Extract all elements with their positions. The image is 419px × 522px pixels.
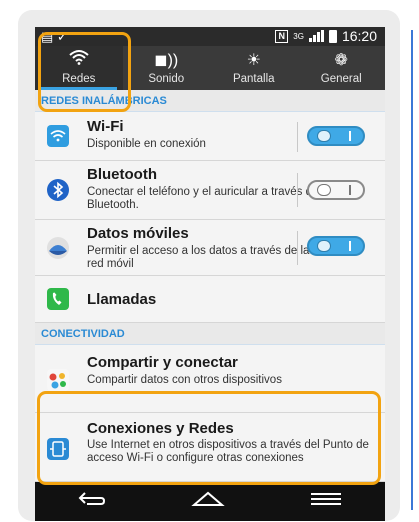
highlight-box-tethering-row [37,391,381,485]
toggle-mark [349,131,351,141]
tab-label: Pantalla [232,73,275,85]
row-subtitle: Conectar el teléfono y el auricular a tr… [87,186,321,211]
toggle-mark [349,185,351,195]
mobile-data-toggle[interactable] [307,236,365,256]
toggle-knob [317,130,331,142]
speaker-icon: ◼)) [154,52,179,69]
list-item-bluetooth[interactable]: Bluetooth Conectar el teléfono y el auri… [35,161,385,220]
tab-sonido[interactable]: ◼)) Sonido [123,46,211,90]
section-header-connectivity: CONECTIVIDAD [35,323,385,345]
share-connect-icon [47,369,69,391]
list-item-calls[interactable]: Llamadas [35,276,385,323]
nfc-icon: N [275,29,289,43]
list-item-mobile-data[interactable]: Datos móviles Permitir el acceso a los d… [35,220,385,276]
list-item-wifi[interactable]: Wi-Fi Disponible en conexión [35,112,385,161]
gear-icon: ❁ [334,52,348,69]
tab-general[interactable]: ❁ General [298,46,386,90]
tab-label: Sonido [148,73,185,85]
divider [297,122,298,152]
menu-icon[interactable] [309,490,343,514]
row-title: Wi-Fi [87,118,124,135]
clock: 16:20 [341,28,377,44]
signal-icon [308,30,324,42]
screenshot-frame: ▤ ✓ N 3G 16:20 Redes ◼)) Sonido ☀ Pantal… [0,0,419,522]
back-icon[interactable] [77,490,107,514]
battery-icon [328,29,337,43]
row-title: Compartir y conectar [87,354,238,371]
mobile-data-icon [47,237,69,259]
wifi-toggle[interactable] [307,126,365,146]
brightness-icon: ☀ [246,52,261,69]
row-title: Llamadas [87,291,157,308]
tab-label: General [320,73,362,85]
system-nav-bar [35,482,385,521]
row-title: Bluetooth [87,166,157,183]
bluetooth-icon [47,179,69,201]
highlight-box-redes-tab [38,32,131,112]
network-type: 3G [293,31,304,41]
home-icon[interactable] [191,490,225,514]
row-subtitle: Compartir datos con otros dispositivos [87,374,282,386]
wifi-icon [47,125,69,147]
bluetooth-toggle[interactable] [307,180,365,200]
tab-pantalla[interactable]: ☀ Pantalla [210,46,298,90]
page-edge-line [411,30,413,510]
phone-icon [47,288,69,310]
divider [297,173,298,207]
toggle-knob [317,240,331,252]
divider [297,231,298,265]
toggle-mark [349,241,351,251]
row-subtitle: Permitir el acceso a los datos a través … [87,245,310,270]
row-subtitle: Disponible en conexión [87,138,206,150]
toggle-knob [317,184,331,196]
row-title: Datos móviles [87,225,189,242]
